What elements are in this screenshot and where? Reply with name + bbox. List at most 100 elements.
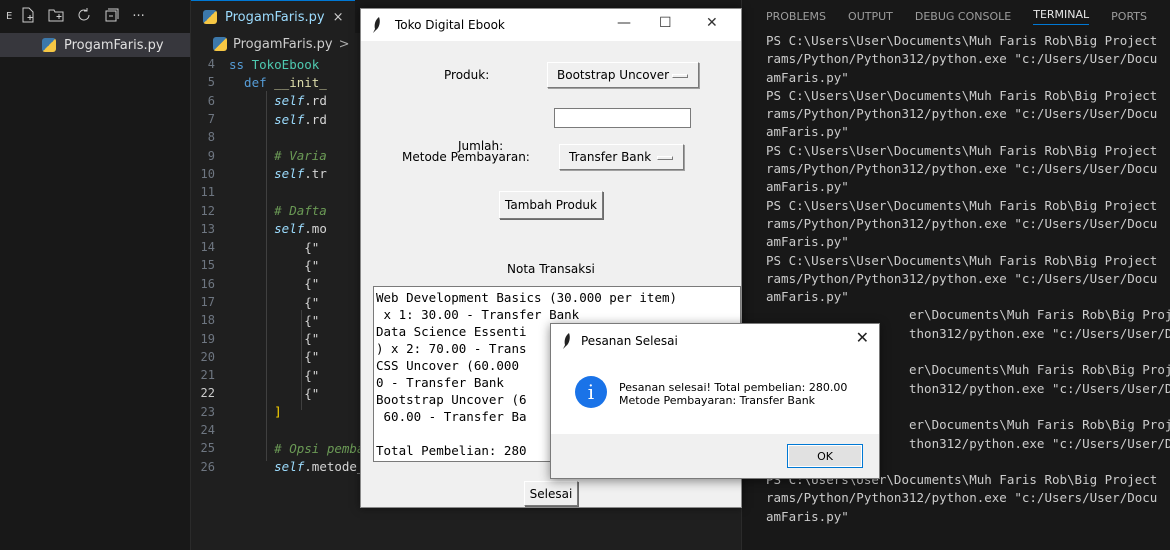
line-number: 4: [207, 57, 215, 72]
terminal-line: rams/Python/Python312/python.exe "c:/Use…: [766, 51, 1158, 67]
terminal-line: amFaris.py": [766, 124, 849, 140]
info-icon: i: [575, 376, 607, 408]
code-text: # Varia: [229, 148, 327, 163]
code-token: __init_: [274, 74, 327, 90]
close-tab-icon[interactable]: ×: [333, 10, 344, 25]
panel-tab-ports[interactable]: PORTS: [1111, 10, 1147, 23]
terminal-line: PS C:\Users\User\Documents\Muh Faris Rob…: [766, 87, 1158, 103]
code-token: .mo: [304, 221, 327, 237]
dialog-title: Pesanan Selesai: [581, 334, 678, 348]
tambah-produk-button[interactable]: Tambah Produk: [499, 191, 603, 219]
code-token: {": [229, 239, 320, 255]
terminal-line: PS C:\Users\User\Documents\Muh Faris Rob…: [766, 197, 1158, 213]
code-token: TokoEbook: [251, 56, 320, 72]
metode-dropdown[interactable]: Transfer Bank: [559, 144, 684, 170]
code-token: {": [229, 257, 320, 273]
code-text: {": [229, 258, 319, 273]
line-number: 25: [200, 441, 215, 456]
metode-label: Metode Pembayaran:: [402, 150, 530, 164]
line-number: 24: [200, 423, 215, 438]
code-token: .: [304, 93, 312, 109]
line-number: 7: [207, 112, 215, 127]
code-text: def __init_: [229, 75, 327, 90]
dialog-message-line2: Metode Pembayaran: Transfer Bank: [619, 394, 816, 407]
panel-tab-problems[interactable]: PROBLEMS: [766, 10, 826, 23]
indent-guide: [301, 310, 302, 410]
terminal-line: rams/Python/Python312/python.exe "c:/Use…: [766, 215, 1158, 231]
dropdown-indicator-icon: [672, 74, 688, 78]
panel-tab-terminal[interactable]: TERMINAL: [1033, 8, 1090, 25]
minimize-icon[interactable]: —: [617, 15, 631, 31]
editor-tab[interactable]: ProgamFaris.py ×: [191, 0, 356, 33]
dropdown-indicator-icon: [657, 156, 673, 160]
line-number: 11: [200, 185, 215, 200]
pesanan-selesai-dialog: Pesanan Selesai ✕ i Pesanan selesai! Tot…: [550, 323, 880, 479]
window-titlebar[interactable]: Toko Digital Ebook — ☐ ✕: [361, 9, 741, 41]
code-token: {": [229, 312, 320, 328]
panel-tab-output[interactable]: OUTPUT: [848, 10, 893, 23]
line-number: 17: [200, 295, 215, 309]
panel-tab-debug-console[interactable]: DEBUG CONSOLE: [915, 10, 1011, 23]
line-number: 8: [207, 130, 215, 145]
collapse-all-icon[interactable]: [104, 7, 120, 27]
code-text: self.rd: [229, 93, 327, 108]
tk-feather-icon: [563, 333, 570, 349]
line-number: 20: [200, 349, 215, 364]
line-number: 13: [200, 221, 215, 236]
code-text: # Dafta: [229, 203, 327, 218]
code-token: {": [229, 385, 320, 401]
code-token: {": [229, 349, 320, 365]
ok-button[interactable]: OK: [787, 444, 863, 468]
new-folder-icon[interactable]: [48, 7, 64, 27]
window-title: Toko Digital Ebook: [395, 18, 505, 32]
terminal-line: amFaris.py": [766, 234, 849, 250]
code-text: self.mo: [229, 221, 327, 236]
code-text: ]: [229, 404, 282, 419]
code-text: {": [229, 331, 319, 346]
terminal-line: amFaris.py": [766, 289, 849, 305]
jumlah-input[interactable]: [554, 108, 691, 128]
line-number: 15: [200, 258, 215, 273]
code-token: {": [229, 331, 320, 347]
explorer-toolbar: E ···: [0, 0, 190, 33]
code-token: {": [229, 367, 320, 383]
terminal-line: amFaris.py": [766, 508, 849, 524]
close-icon[interactable]: ✕: [856, 328, 869, 347]
terminal-line: PS C:\Users\User\Documents\Muh Faris Rob…: [766, 252, 1158, 268]
terminal-line: PS C:\Users\User\Documents\Muh Faris Rob…: [766, 33, 1158, 48]
code-token: def: [229, 74, 275, 90]
tk-feather-icon: [373, 17, 380, 33]
produk-dropdown[interactable]: Bootstrap Uncover: [547, 62, 699, 88]
line-number: 9: [207, 148, 215, 163]
line-number: 26: [200, 459, 215, 474]
line-number: 5: [207, 75, 215, 90]
line-number: 6: [207, 93, 215, 108]
code-text: self.rd: [229, 112, 327, 127]
nota-line: Web Development Basics (30.000 per item): [376, 290, 678, 305]
breadcrumb-file[interactable]: ProgamFaris.py: [233, 37, 333, 52]
selesai-button[interactable]: Selesai: [524, 481, 578, 506]
maximize-icon[interactable]: ☐: [659, 15, 672, 31]
code-text: {": [229, 368, 319, 383]
terminal-line: amFaris.py": [766, 179, 849, 195]
code-text: {": [229, 276, 319, 291]
explorer-file-item[interactable]: ProgamFaris.py: [0, 33, 190, 57]
code-token: # Dafta: [229, 203, 327, 219]
more-actions-icon[interactable]: ···: [132, 9, 144, 24]
produk-value: Bootstrap Uncover: [557, 68, 670, 82]
code-text: {": [229, 295, 319, 310]
line-number: 22: [200, 386, 215, 401]
metode-value: Transfer Bank: [569, 150, 652, 164]
new-file-icon[interactable]: [20, 7, 36, 27]
code-token: self: [229, 459, 305, 475]
terminal-line: rams/Python/Python312/python.exe "c:/Use…: [766, 270, 1158, 286]
refresh-icon[interactable]: [76, 7, 92, 27]
python-file-icon: [213, 37, 227, 51]
terminal-line: rams/Python/Python312/python.exe "c:/Use…: [766, 106, 1158, 122]
nota-line: x 1: 30.00 - Transfer Bank: [376, 307, 580, 322]
python-file-icon: [42, 38, 56, 52]
python-file-icon: [203, 10, 217, 24]
nota-transaksi-label: Nota Transaksi: [507, 262, 595, 276]
close-icon[interactable]: ✕: [706, 15, 718, 31]
terminal-line: PS C:\Users\User\Documents\Muh Faris Rob…: [766, 142, 1158, 158]
